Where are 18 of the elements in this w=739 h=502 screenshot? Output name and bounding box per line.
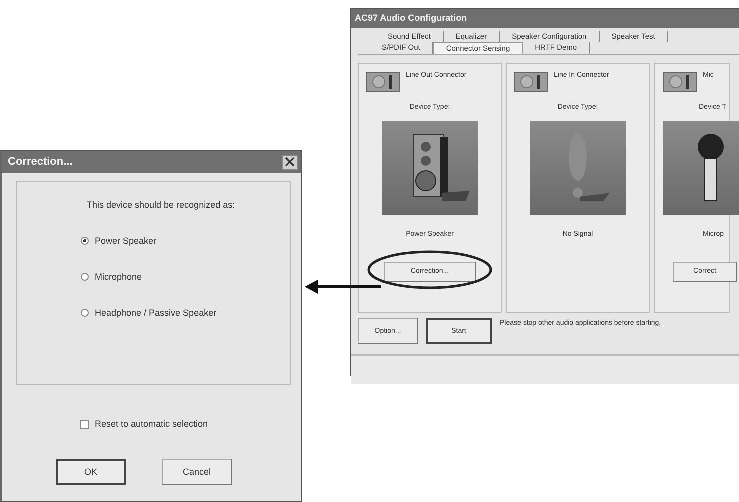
radio-button[interactable] [81,309,89,317]
cancel-button[interactable]: Cancel [162,459,232,485]
dialog-title: Correction... [8,154,73,170]
ok-button[interactable]: OK [56,459,126,485]
option-label: Headphone / Passive Speaker [95,308,217,318]
radio-button[interactable] [81,237,89,245]
close-icon [285,157,295,167]
jack-icon [366,72,400,92]
window-title: AC97 Audio Configuration [351,9,739,28]
prompt-text: This device should be recognized as: [87,200,236,210]
checkbox[interactable] [80,420,89,428]
jack-icon [663,72,697,92]
option-label: Microphone [95,272,142,282]
jack-icon [514,72,548,92]
radio-button[interactable] [81,273,89,281]
checkbox-label: Reset to automatic selection [95,419,208,429]
option-label: Power Speaker [95,236,157,246]
close-button[interactable] [282,154,298,170]
